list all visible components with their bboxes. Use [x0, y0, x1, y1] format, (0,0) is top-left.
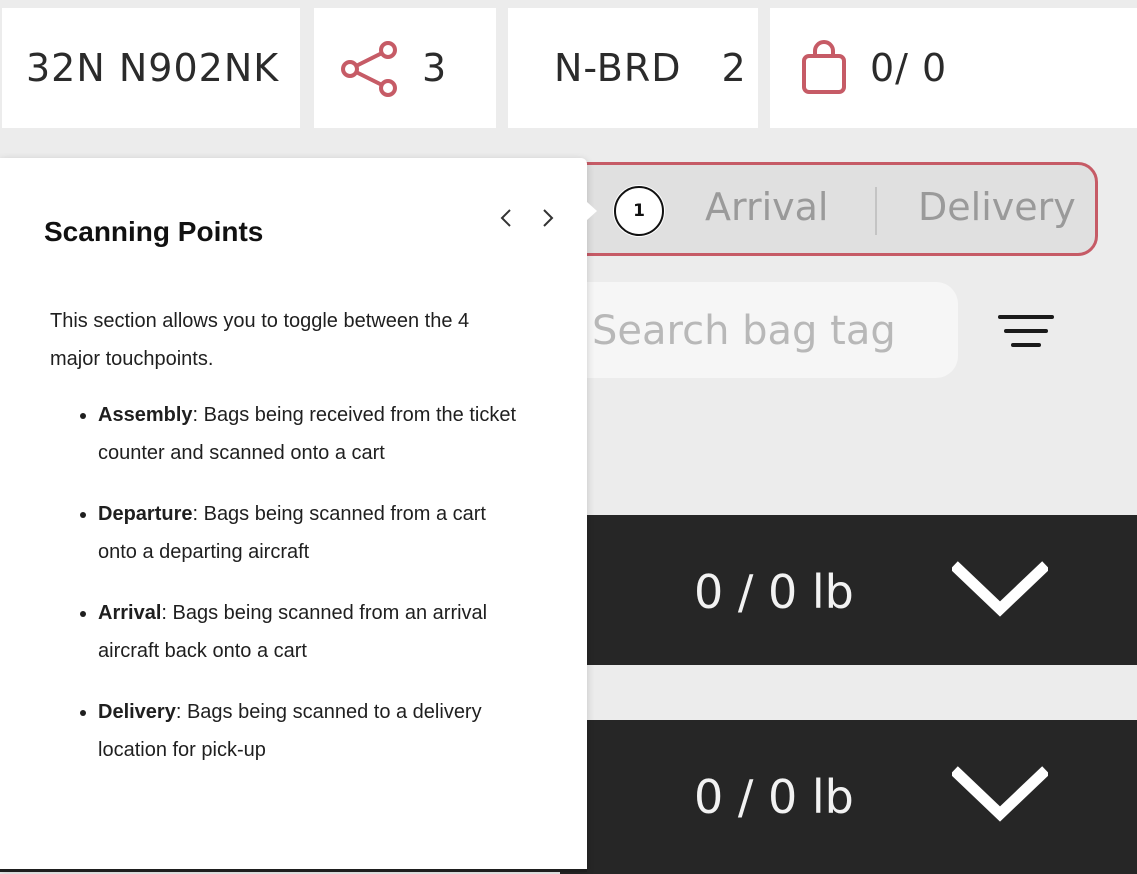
share-icon[interactable] [338, 38, 400, 98]
list-item: Departure: Bags being scanned from a car… [98, 495, 530, 571]
tab-delivery[interactable]: Delivery [918, 185, 1076, 229]
flight-number: 32N N902NK [26, 46, 280, 90]
chevron-right-icon[interactable] [534, 204, 562, 232]
share-count: 3 [422, 46, 448, 90]
cart-weight: 0 / 0 lb [694, 565, 854, 619]
segment-divider [875, 187, 877, 235]
tour-title: Scanning Points [44, 216, 264, 247]
tour-intro: This section allows you to toggle betwee… [50, 310, 470, 370]
tab-arrival[interactable]: Arrival [705, 185, 828, 229]
touchpoint-term: Assembly [98, 404, 193, 426]
bag-count-cell: 0/ 0 [770, 8, 1137, 128]
tour-step-marker[interactable]: 1 [614, 186, 664, 236]
gate-count: 2 [721, 46, 747, 90]
popover-bottom-border [0, 869, 587, 872]
touchpoint-term: Arrival [98, 602, 162, 624]
filter-icon[interactable] [998, 313, 1054, 353]
share-cell[interactable]: 3 [314, 8, 496, 128]
cart-row[interactable]: 0 / 0 lb [560, 720, 1137, 874]
list-item: Assembly: Bags being received from the t… [98, 396, 530, 472]
tour-popover: Scanning Points This section allows you … [0, 158, 587, 870]
shopping-bag-icon [800, 40, 848, 96]
gate-code: N-BRD [554, 46, 682, 90]
bag-count: 0/ 0 [870, 46, 948, 90]
list-item: Arrival: Bags being scanned from an arri… [98, 594, 530, 670]
touchpoint-term: Departure [98, 503, 193, 525]
chevron-left-icon[interactable] [492, 204, 520, 232]
search-box [560, 282, 958, 378]
chevron-down-icon[interactable] [950, 764, 1050, 828]
popover-pointer [587, 202, 597, 220]
touchpoint-list: Assembly: Bags being received from the t… [50, 396, 530, 792]
chevron-down-icon[interactable] [950, 559, 1050, 623]
gate-cell: N-BRD 2 [508, 8, 758, 128]
cart-weight: 0 / 0 lb [694, 770, 854, 824]
flight-info-cell: 32N N902NK [2, 8, 300, 128]
list-item: Delivery: Bags being scanned to a delive… [98, 693, 530, 769]
touchpoint-term: Delivery [98, 701, 176, 723]
search-input[interactable] [590, 300, 924, 362]
cart-row[interactable]: 0 / 0 lb [560, 515, 1137, 665]
